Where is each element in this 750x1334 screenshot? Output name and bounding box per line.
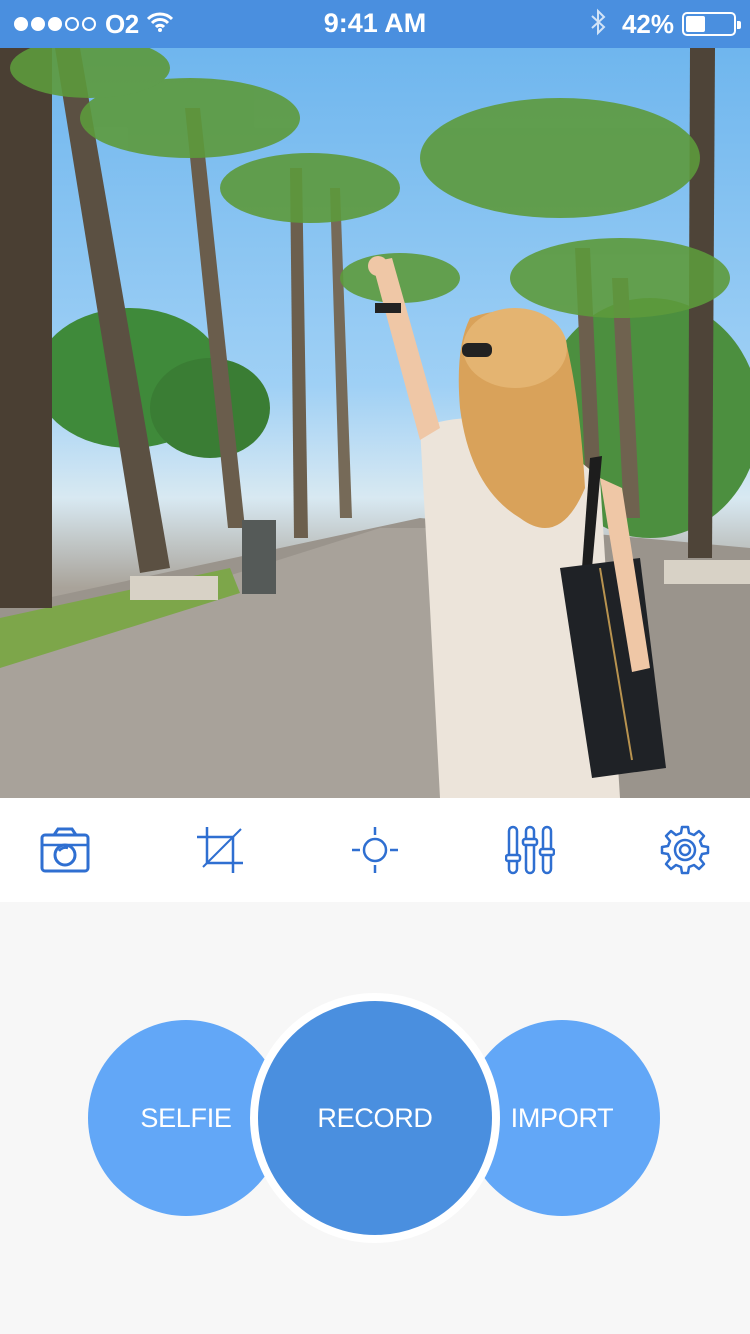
edit-toolbar — [0, 798, 750, 902]
bluetooth-icon — [590, 8, 606, 41]
battery-tip — [737, 21, 741, 29]
battery-icon — [682, 12, 741, 36]
photo-preview[interactable] — [0, 48, 750, 798]
gear-icon[interactable] — [660, 825, 710, 875]
camera-icon[interactable] — [40, 825, 90, 875]
crop-icon[interactable] — [195, 825, 245, 875]
capture-actions: SELFIE IMPORT RECORD — [0, 902, 750, 1334]
battery-percent: 42% — [621, 8, 674, 39]
battery-fill — [686, 16, 705, 32]
brightness-icon[interactable] — [350, 825, 400, 875]
status-bar: O2 9:41 AM 42% — [0, 0, 750, 48]
photo-illustration — [0, 48, 750, 798]
record-button[interactable]: RECORD — [250, 993, 500, 1243]
sliders-icon[interactable] — [505, 825, 555, 875]
